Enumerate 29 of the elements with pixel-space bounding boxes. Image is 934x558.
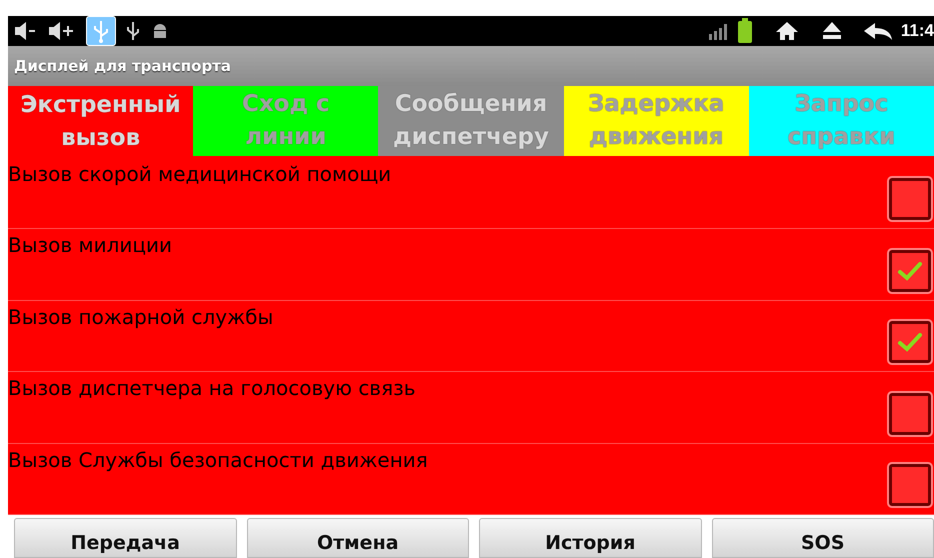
tab[interactable]: Экстренный вызов <box>8 86 194 158</box>
row-label: Вызов пожарной службы <box>8 304 274 331</box>
back-icon[interactable] <box>862 21 893 41</box>
list-row[interactable]: Вызов Службы безопасности движения <box>8 444 934 515</box>
checkmark-icon <box>897 332 923 352</box>
action-button[interactable]: История <box>479 518 702 558</box>
row-label: Вызов Службы безопасности движения <box>8 446 428 474</box>
usb-icon[interactable] <box>124 20 142 42</box>
checkbox[interactable] <box>889 321 931 364</box>
list-row[interactable]: Вызов пожарной службы <box>8 300 934 372</box>
list-row[interactable]: Вызов диспетчера на голосовую связь <box>8 372 934 444</box>
checkbox[interactable] <box>889 250 931 292</box>
action-button[interactable]: Передача <box>14 518 236 558</box>
checkmark-icon <box>897 260 923 281</box>
list-row[interactable]: Вызов милиции <box>8 229 934 301</box>
row-label: Вызов милиции <box>8 232 172 260</box>
action-button[interactable]: SOS <box>712 518 934 558</box>
action-button[interactable]: Отмена <box>246 518 469 558</box>
row-label: Вызов диспетчера на голосовую связь <box>8 375 416 402</box>
window-title: Дисплей для транспорта <box>8 46 934 86</box>
battery-icon <box>736 18 753 44</box>
list-row[interactable]: Вызов скорой медицинской помощи <box>8 158 934 230</box>
eject-icon[interactable] <box>820 20 843 42</box>
checkbox[interactable] <box>889 392 931 435</box>
row-label: Вызов скорой медицинской помощи <box>8 161 392 188</box>
clock-time: 11:4 <box>900 21 934 41</box>
home-icon[interactable] <box>774 20 799 42</box>
checkbox[interactable] <box>889 464 931 506</box>
checkbox[interactable] <box>889 178 931 220</box>
